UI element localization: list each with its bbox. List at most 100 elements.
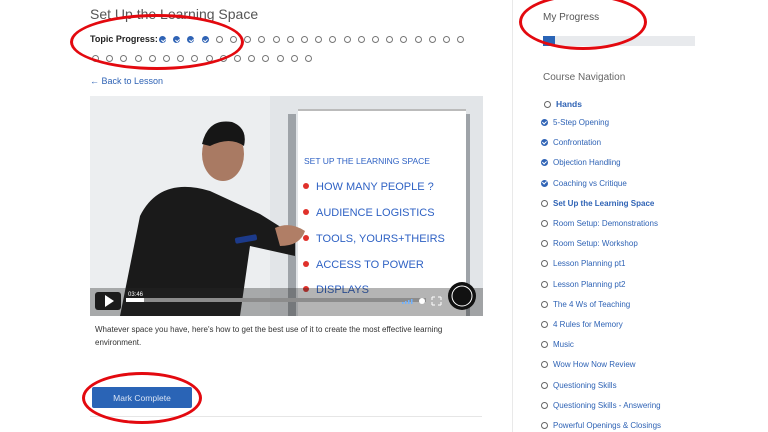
topic-dot-incomplete[interactable] — [230, 36, 237, 43]
topic-dot-incomplete[interactable] — [248, 55, 256, 62]
whiteboard-line: HOW MANY PEOPLE ? — [316, 181, 434, 193]
nav-item[interactable]: Set Up the Learning Space — [541, 198, 655, 208]
topic-dot-incomplete[interactable] — [272, 36, 280, 43]
topic-dot-incomplete[interactable] — [163, 55, 170, 62]
topic-dot-incomplete[interactable] — [290, 55, 298, 62]
topic-progress-label: Topic Progress: — [90, 34, 158, 44]
nav-item-label: Lesson Planning pt1 — [553, 259, 626, 269]
topic-dot-incomplete[interactable] — [305, 55, 312, 62]
lesson-title: Set Up the Learning Space — [90, 6, 259, 22]
topic-dot-complete[interactable] — [201, 36, 209, 43]
topic-dot-incomplete[interactable] — [244, 36, 252, 43]
empty-circle-icon — [541, 220, 548, 227]
empty-circle-icon — [541, 361, 548, 369]
topic-dot-incomplete[interactable] — [443, 36, 450, 43]
nav-item[interactable]: Objection Handling — [541, 158, 621, 167]
empty-circle-icon — [541, 240, 548, 248]
nav-item-label: Room Setup: Workshop — [553, 239, 638, 249]
check-circle-icon — [541, 179, 548, 187]
topic-dot-incomplete[interactable] — [276, 55, 284, 62]
nav-item[interactable]: Music — [541, 340, 574, 350]
empty-circle-icon — [541, 260, 548, 268]
topic-dot-incomplete[interactable] — [286, 36, 294, 43]
video-frame: SET UP THE LEARNING SPACE HOW MANY PEOPLE… — [90, 96, 483, 316]
section-hands[interactable]: Hands — [556, 99, 582, 109]
topic-dot-incomplete[interactable] — [92, 55, 99, 62]
whiteboard-line: ACCESS TO POWER — [316, 259, 424, 271]
nav-item[interactable]: 5-Step Opening — [541, 118, 610, 127]
section-status-icon — [544, 101, 551, 108]
whiteboard-line: AUDIENCE LOGISTICS — [316, 207, 435, 219]
nav-item[interactable]: The 4 Ws of Teaching — [541, 299, 631, 309]
topic-dot-incomplete[interactable] — [428, 36, 436, 43]
topic-dot-incomplete[interactable] — [215, 36, 223, 43]
topic-dot-incomplete[interactable] — [191, 55, 199, 62]
nav-item[interactable]: Lesson Planning pt2 — [541, 279, 626, 289]
nav-item-label: 4 Rules for Memory — [553, 320, 623, 329]
topic-dot-incomplete[interactable] — [372, 36, 379, 43]
topic-dot-incomplete[interactable] — [414, 36, 422, 43]
sidebar-divider — [512, 0, 513, 432]
nav-item-label: Lesson Planning pt2 — [553, 279, 626, 289]
nav-item-label: Set Up the Learning Space — [553, 198, 655, 208]
nav-item[interactable]: 4 Rules for Memory — [541, 320, 623, 329]
nav-item[interactable]: Coaching vs Critique — [541, 179, 627, 188]
course-navigation-title: Course Navigation — [543, 72, 626, 83]
nav-item[interactable]: Questioning Skills - Answering — [541, 401, 661, 410]
topic-dot-incomplete[interactable] — [343, 36, 351, 43]
nav-item-label: Wow How Now Review — [553, 360, 636, 370]
empty-circle-icon — [541, 300, 548, 308]
whiteboard-line: TOOLS, YOURS+THEIRS — [316, 233, 445, 245]
empty-circle-icon — [541, 422, 548, 429]
nav-item-label: 5-Step Opening — [553, 118, 610, 127]
nav-item-label: Powerful Openings & Closings — [553, 421, 662, 430]
empty-circle-icon — [541, 341, 548, 349]
topic-dot-incomplete[interactable] — [258, 36, 266, 43]
empty-circle-icon — [541, 199, 548, 207]
my-progress-title: My Progress — [543, 12, 600, 23]
video-time: 03:46 — [128, 292, 144, 298]
empty-circle-icon — [541, 381, 548, 389]
topic-dot-incomplete[interactable] — [329, 36, 337, 43]
nav-item-label: The 4 Ws of Teaching — [553, 299, 631, 309]
topic-dot-incomplete[interactable] — [219, 55, 227, 62]
nav-item[interactable]: Lesson Planning pt1 — [541, 259, 626, 269]
check-circle-icon — [541, 139, 548, 147]
topic-dot-complete[interactable] — [159, 36, 166, 43]
topic-dot-incomplete[interactable] — [386, 36, 394, 43]
nav-item[interactable]: Powerful Openings & Closings — [541, 421, 662, 430]
course-progress-fill — [543, 36, 556, 46]
topic-dot-incomplete[interactable] — [106, 55, 114, 62]
empty-circle-icon — [541, 280, 548, 288]
check-circle-icon — [541, 159, 548, 167]
topic-dot-incomplete[interactable] — [134, 55, 142, 62]
topic-dot-incomplete[interactable] — [315, 36, 323, 43]
nav-item[interactable]: Room Setup: Workshop — [541, 239, 638, 249]
nav-item[interactable]: Confrontation — [541, 138, 602, 148]
video-player[interactable]: SET UP THE LEARNING SPACE HOW MANY PEOPLE… — [90, 96, 483, 316]
topic-dot-incomplete[interactable] — [457, 36, 465, 43]
nav-item-label: Music — [553, 340, 574, 350]
check-circle-icon — [541, 119, 548, 126]
nav-item-label: Room Setup: Demonstrations — [553, 219, 658, 228]
empty-circle-icon — [541, 321, 548, 328]
nav-item-label: Confrontation — [553, 138, 602, 148]
topic-dot-incomplete[interactable] — [400, 36, 408, 43]
topic-dot-incomplete[interactable] — [262, 55, 270, 62]
topic-dot-incomplete[interactable] — [357, 36, 365, 43]
topic-dot-complete[interactable] — [173, 36, 181, 43]
back-to-lesson-link[interactable]: ← Back to Lesson — [90, 76, 163, 86]
topic-dot-incomplete[interactable] — [234, 55, 241, 62]
mark-complete-button[interactable]: Mark Complete — [92, 387, 192, 408]
nav-item[interactable]: Questioning Skills — [541, 380, 617, 390]
topic-dot-incomplete[interactable] — [148, 55, 156, 62]
topic-dot-incomplete[interactable] — [120, 55, 128, 62]
topic-dot-incomplete[interactable] — [177, 55, 185, 62]
divider — [90, 416, 482, 417]
topic-dot-incomplete[interactable] — [205, 55, 213, 62]
nav-item-label: Questioning Skills — [553, 380, 617, 390]
nav-item[interactable]: Wow How Now Review — [541, 360, 636, 370]
topic-dot-complete[interactable] — [187, 36, 195, 43]
nav-item[interactable]: Room Setup: Demonstrations — [541, 219, 658, 228]
topic-dot-incomplete[interactable] — [301, 36, 308, 43]
